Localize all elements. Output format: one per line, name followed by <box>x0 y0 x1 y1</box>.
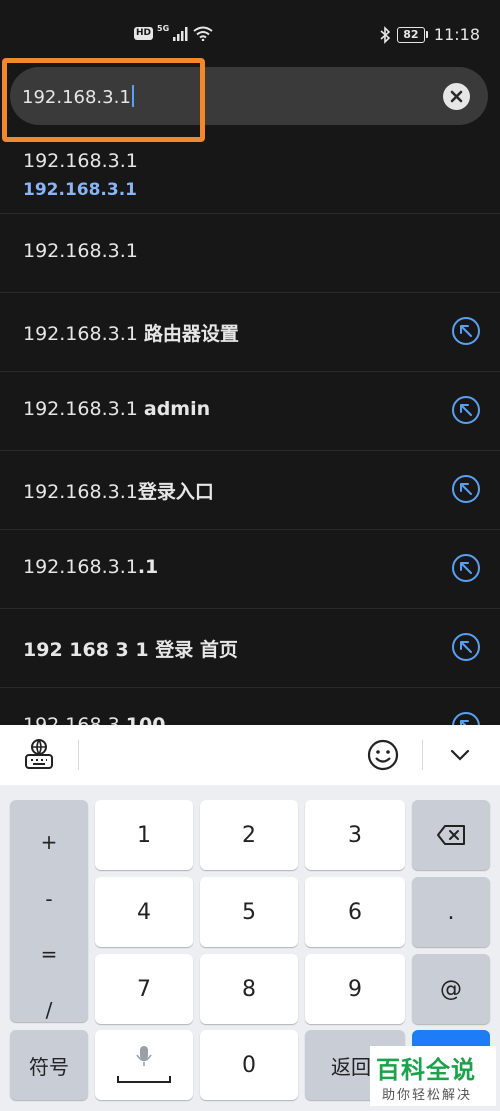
watermark: 百科全说 助你轻松解决 <box>370 1046 496 1106</box>
key-dot[interactable]: . <box>412 877 490 947</box>
emoji-button[interactable] <box>367 739 399 775</box>
clear-button[interactable] <box>443 83 470 110</box>
suggestion-item[interactable]: 192.168.3.1 <box>0 214 500 293</box>
suggestion-title: 192.168.3.1 <box>23 150 138 172</box>
microphone-icon <box>117 1046 171 1083</box>
key-1[interactable]: 1 <box>95 800 193 870</box>
key-at[interactable]: @ <box>412 954 490 1024</box>
suggestion-url: 192.168.3.1 <box>23 180 138 200</box>
keyboard-settings-button[interactable] <box>24 738 54 774</box>
highlight-annotation <box>2 58 205 142</box>
suggestion-text: 192 168 3 1 登录 首页 <box>23 639 238 661</box>
key-6[interactable]: 6 <box>305 877 405 947</box>
status-bar: HD 5G 82 11:18 <box>0 0 500 60</box>
suggestion-text: 192.168.3.1 <box>23 240 138 262</box>
clock: 11:18 <box>433 25 480 44</box>
arrow-up-left-icon <box>460 325 472 337</box>
key-9[interactable]: 9 <box>305 954 405 1024</box>
suggestion-item[interactable]: 192.168.3.1 admin <box>0 372 500 451</box>
toolbar-divider <box>422 740 423 770</box>
arrow-up-left-icon <box>460 483 472 495</box>
fill-query-button[interactable] <box>452 396 480 424</box>
suggestion-text: 192.168.3.1.1 <box>23 556 159 578</box>
suggestion-item-url[interactable]: 192.168.3.1 192.168.3.1 <box>0 132 500 214</box>
arrow-up-left-icon <box>460 641 472 653</box>
battery-level: 82 <box>403 27 419 41</box>
emoji-icon <box>367 739 399 771</box>
symbols-key[interactable]: 符号 <box>10 1030 88 1100</box>
keyboard-globe-icon <box>25 739 53 769</box>
symbol-column[interactable]: + - = / <box>10 800 88 1022</box>
space-key[interactable] <box>95 1030 193 1100</box>
fill-query-button[interactable] <box>452 633 480 661</box>
suggestion-text: 192.168.3.1 admin <box>23 398 211 420</box>
suggestion-text: 192.168.3.1 路由器设置 <box>23 323 239 345</box>
watermark-subtitle: 助你轻松解决 <box>382 1088 473 1103</box>
key-7[interactable]: 7 <box>95 954 193 1024</box>
hd-badge: HD <box>134 27 154 40</box>
keyboard-toolbar <box>0 725 500 785</box>
key-3[interactable]: 3 <box>305 800 405 870</box>
fill-query-button[interactable] <box>452 475 480 503</box>
close-icon <box>450 90 463 103</box>
key-minus[interactable]: - <box>10 887 88 911</box>
battery-icon: 82 <box>396 26 428 43</box>
key-plus[interactable]: + <box>10 830 88 854</box>
key-2[interactable]: 2 <box>200 800 298 870</box>
suggestion-list: 192.168.3.1 192.168.3.1 192.168.3.1 192.… <box>0 132 500 767</box>
status-right: 82 11:18 <box>379 25 480 44</box>
backspace-key[interactable] <box>412 800 490 870</box>
backspace-icon <box>437 825 465 845</box>
arrow-up-left-icon <box>460 404 472 416</box>
arrow-up-left-icon <box>460 562 472 574</box>
suggestion-item[interactable]: 192.168.3.1.1 <box>0 530 500 609</box>
key-5[interactable]: 5 <box>200 877 298 947</box>
key-equals[interactable]: = <box>10 942 88 966</box>
key-slash[interactable]: / <box>10 998 88 1022</box>
status-left: HD 5G <box>134 24 213 41</box>
watermark-title: 百科全说 <box>376 1056 476 1084</box>
network-type: 5G <box>157 24 170 33</box>
suggestion-item[interactable]: 192 168 3 1 登录 首页 <box>0 609 500 688</box>
signal-icon <box>173 26 188 41</box>
fill-query-button[interactable] <box>452 554 480 582</box>
key-0[interactable]: 0 <box>200 1030 298 1100</box>
fill-query-button[interactable] <box>452 317 480 345</box>
suggestion-item[interactable]: 192.168.3.1登录入口 <box>0 451 500 530</box>
toolbar-divider <box>78 740 79 770</box>
hide-keyboard-button[interactable] <box>450 747 470 766</box>
key-4[interactable]: 4 <box>95 877 193 947</box>
chevron-down-icon <box>450 749 470 761</box>
suggestion-text: 192.168.3.1登录入口 <box>23 481 214 503</box>
bluetooth-icon <box>380 25 391 44</box>
suggestion-item[interactable]: 192.168.3.1 路由器设置 <box>0 293 500 372</box>
wifi-icon <box>193 26 213 41</box>
key-8[interactable]: 8 <box>200 954 298 1024</box>
